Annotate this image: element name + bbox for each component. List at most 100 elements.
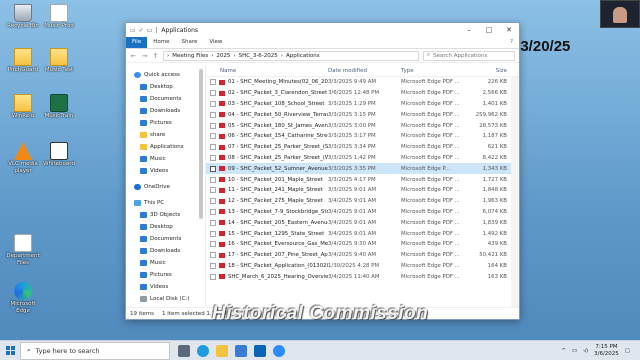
file-row[interactable]: 14 - SHC_Packet_205_Eastern_Avenue 3/4/20… [206,217,519,228]
row-checkbox[interactable] [210,79,216,86]
row-checkbox[interactable] [210,208,216,215]
desktop-shortcut[interactable]: WinRelo [4,94,42,120]
forward-button[interactable]: → [141,52,148,60]
file-name-cell[interactable]: 08 - SHC_Packet_25_Parker_Street_(Wi... [206,154,328,161]
up-button[interactable]: ↑ [152,52,159,60]
nav-item[interactable]: Desktop [126,81,205,93]
help-icon[interactable]: ? [504,37,519,48]
file-name-cell[interactable]: 03 - SHC_Packet_108_School_Street [206,100,328,107]
nav-item[interactable]: Downloads [126,105,205,117]
file-row[interactable]: 04 - SHC_Packet_50_Riverview_Terrace 3/3/… [206,109,519,120]
file-name-cell[interactable]: 17 - SHC_Packet_207_Pine_Street_App... [206,252,328,259]
file-explorer-icon[interactable] [216,344,228,357]
file-row[interactable]: 06 - SHC_Packet_154_Catharine_Street 3/3/… [206,131,519,142]
nav-item[interactable]: OneDrive [126,181,205,193]
row-checkbox[interactable] [210,154,216,161]
maximize-button[interactable]: □ [479,26,499,34]
task-view-icon[interactable] [178,344,190,357]
nav-item[interactable]: Applications [126,141,205,153]
volume-icon[interactable]: ◃) [583,348,588,354]
desktop-shortcut[interactable]: VLC media player [4,142,42,174]
nav-item[interactable]: Downloads [126,245,205,257]
file-row[interactable]: 05 - SHC_Packet_180_St_James_Avenue 3/3/2… [206,120,519,131]
column-header-size[interactable]: Size [461,68,511,74]
search-input[interactable]: Search Applications [433,53,487,59]
file-row[interactable]: 13 - SHC_Packet_7-9_Stockbridge_Stre... 3… [206,207,519,218]
file-name-cell[interactable]: 09 - SHC_Packet_52_Sumner_Avenue [206,165,328,172]
desktop-shortcut[interactable]: Whiteboard [40,142,78,168]
desktop-shortcut[interactable]: MusicTrain [40,94,78,120]
file-row[interactable]: 10 - SHC_Packet_201_Maple_Street 3/3/2025… [206,174,519,185]
notifications-icon[interactable]: ▢ [625,348,630,354]
file-name-cell[interactable]: 06 - SHC_Packet_154_Catharine_Street [206,133,328,140]
clock[interactable]: 7:15 PM 3/6/2025 [594,344,619,358]
chevron-up-icon[interactable]: ^ [561,348,566,354]
row-checkbox[interactable] [210,111,216,118]
file-name-cell[interactable]: 16 - SHC_Packet_Eversource_Gas_Met... [206,241,328,248]
store-icon[interactable] [235,344,247,357]
back-button[interactable]: ← [130,52,137,60]
row-checkbox[interactable] [210,187,216,194]
row-checkbox[interactable] [210,100,216,107]
nav-item[interactable]: Quick access [126,69,205,81]
nav-item[interactable]: Documents [126,93,205,105]
file-row[interactable]: 08 - SHC_Packet_25_Parker_Street_(Wi... 3… [206,153,519,164]
nav-item[interactable]: Documents [126,233,205,245]
checkmark-icon[interactable]: ✓ [139,27,144,34]
nav-item[interactable]: Desktop [126,221,205,233]
file-row[interactable]: 02 - SHC_Packet_3_Clarendon_Street 3/6/20… [206,88,519,99]
row-checkbox[interactable] [210,133,216,140]
desktop-shortcut[interactable]: Recycle Bin [4,4,42,30]
file-name-cell[interactable]: 04 - SHC_Packet_50_Riverview_Terrace [206,111,328,118]
file-row[interactable]: 07 - SHC_Packet_25_Parker_Street_(Sta...… [206,142,519,153]
close-button[interactable]: ✕ [499,26,519,34]
zoom-icon[interactable] [273,344,285,357]
file-row[interactable]: 12 - SHC_Packet_275_Maple_Street 3/4/2025… [206,196,519,207]
folder-icon[interactable]: ▭ [130,27,136,34]
nav-scrollbar[interactable] [199,69,203,219]
column-header-type[interactable]: Type [401,68,461,74]
desktop-shortcut[interactable]: Department Files [4,234,42,266]
file-name-cell[interactable]: 11 - SHC_Packet_241_Maple_Street [206,187,328,194]
row-checkbox[interactable] [210,252,216,259]
row-checkbox[interactable] [210,176,216,183]
file-name-cell[interactable]: 05 - SHC_Packet_180_St_James_Avenue [206,122,328,129]
nav-item[interactable]: Videos [126,165,205,177]
nav-item[interactable]: Pictures [126,269,205,281]
breadcrumb-applications[interactable]: Applications [286,53,320,59]
new-folder-icon[interactable]: ▭ [147,27,153,34]
file-name-cell[interactable]: 02 - SHC_Packet_3_Clarendon_Street [206,90,328,97]
file-row[interactable]: 18 - SHC_Packet_Application_(013020... 1/… [206,261,519,272]
file-row[interactable]: 01 - SHC_Meeting_Minutes(02_06_2025) 3/3/… [206,77,519,88]
minimize-button[interactable]: – [459,26,479,34]
row-checkbox[interactable] [210,90,216,97]
row-checkbox[interactable] [210,122,216,129]
nav-item[interactable]: Videos [126,281,205,293]
desktop-shortcut[interactable]: Music Prod [40,4,78,30]
breadcrumb-2025[interactable]: 2025 [216,53,230,59]
nav-item[interactable]: Music [126,153,205,165]
file-row[interactable]: SHC_March_6_2025_Hearing_Overviews 3/4/20… [206,271,519,282]
file-name-cell[interactable]: 13 - SHC_Packet_7-9_Stockbridge_Stre... [206,208,328,215]
file-name-cell[interactable]: 14 - SHC_Packet_205_Eastern_Avenue [206,219,328,226]
nav-item[interactable]: 3D Objects [126,209,205,221]
file-name-cell[interactable]: 07 - SHC_Packet_25_Parker_Street_(Sta... [206,144,328,151]
tab-file[interactable]: File [126,37,148,48]
network-icon[interactable]: ▭ [572,348,577,354]
row-checkbox[interactable] [210,273,216,280]
row-checkbox[interactable] [210,144,216,151]
file-name-cell[interactable]: 01 - SHC_Meeting_Minutes(02_06_2025) [206,79,328,86]
file-row[interactable]: 09 - SHC_Packet_52_Sumner_Avenue 3/3/2025… [206,163,519,175]
edge-icon[interactable] [197,344,209,357]
nav-item[interactable]: Local Disk (C:) [126,293,205,305]
outlook-icon[interactable] [254,344,266,357]
desktop-shortcut[interactable]: Music Test [40,48,78,74]
file-name-cell[interactable]: 12 - SHC_Packet_275_Maple_Street [206,198,328,205]
breadcrumb-shc-3-6-2025[interactable]: SHC_3-6-2025 [239,53,278,59]
row-checkbox[interactable] [210,219,216,226]
row-checkbox[interactable] [210,165,216,172]
breadcrumb-meeting-files[interactable]: Meeting Files [172,53,208,59]
taskbar-search[interactable]: ⌕ Type here to search [20,341,170,360]
desktop-shortcut[interactable]: Microsoft Edge [4,282,42,314]
nav-item[interactable]: Music [126,257,205,269]
